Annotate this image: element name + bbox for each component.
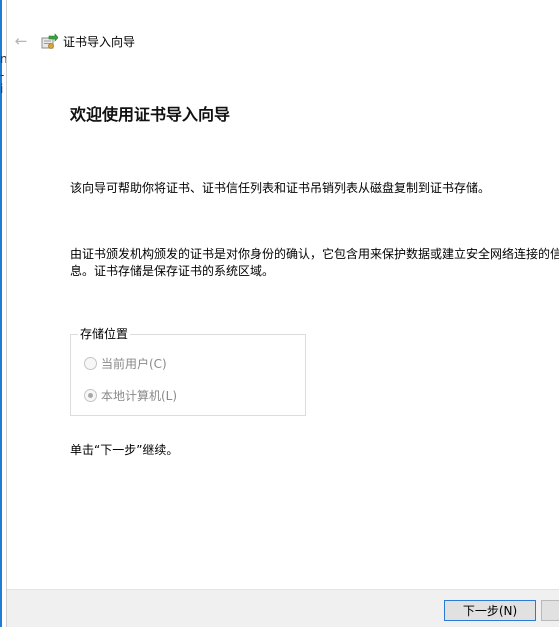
window-title: 证书导入向导	[63, 35, 136, 49]
radio-label-local-machine: 本地计算机(L)	[101, 388, 178, 403]
cancel-button[interactable]	[541, 600, 559, 621]
details-line: 由证书颁发机构颁发的证书是对你身份的确认，它包含用来保护数据或建立安全网络连接的…	[70, 247, 559, 261]
details-text: 由证书颁发机构颁发的证书是对你身份的确认，它包含用来保护数据或建立安全网络连接的…	[70, 246, 559, 280]
page-heading: 欢迎使用证书导入向导	[70, 105, 231, 124]
certificate-wizard-icon	[41, 33, 58, 49]
radio-button-checked-icon	[84, 388, 97, 402]
next-button[interactable]: 下一步(N)	[444, 600, 536, 621]
radio-label-current-user: 当前用户(C)	[101, 356, 167, 371]
wizard-header: ← 证书导入向导	[7, 28, 559, 58]
store-location-legend: 存储位置	[78, 327, 131, 342]
radio-button-icon	[84, 356, 97, 370]
intro-text: 该向导可帮助你将证书、证书信任列表和证书吊销列表从磁盘复制到证书存储。	[70, 181, 491, 195]
back-button[interactable]: ←	[12, 32, 30, 50]
store-location-group	[70, 334, 306, 416]
details-line: 息。证书存储是保存证书的系统区域。	[70, 264, 275, 278]
wizard-footer: 下一步(N)	[7, 589, 559, 627]
certificate-import-wizard: n -i ← 证书导入向导 欢迎使用证书导入向导 该向导可帮助你将证书、证书信任…	[0, 0, 559, 627]
continue-instruction: 单击“下一步”继续。	[70, 443, 179, 457]
radio-local-machine[interactable]: 本地计算机(L)	[84, 387, 177, 403]
background-text-fragment: n	[0, 52, 7, 66]
background-text-fragment: -i	[0, 68, 5, 96]
back-arrow-icon: ←	[14, 32, 28, 50]
radio-current-user[interactable]: 当前用户(C)	[84, 355, 167, 371]
background-window-edge: n -i	[0, 0, 7, 627]
